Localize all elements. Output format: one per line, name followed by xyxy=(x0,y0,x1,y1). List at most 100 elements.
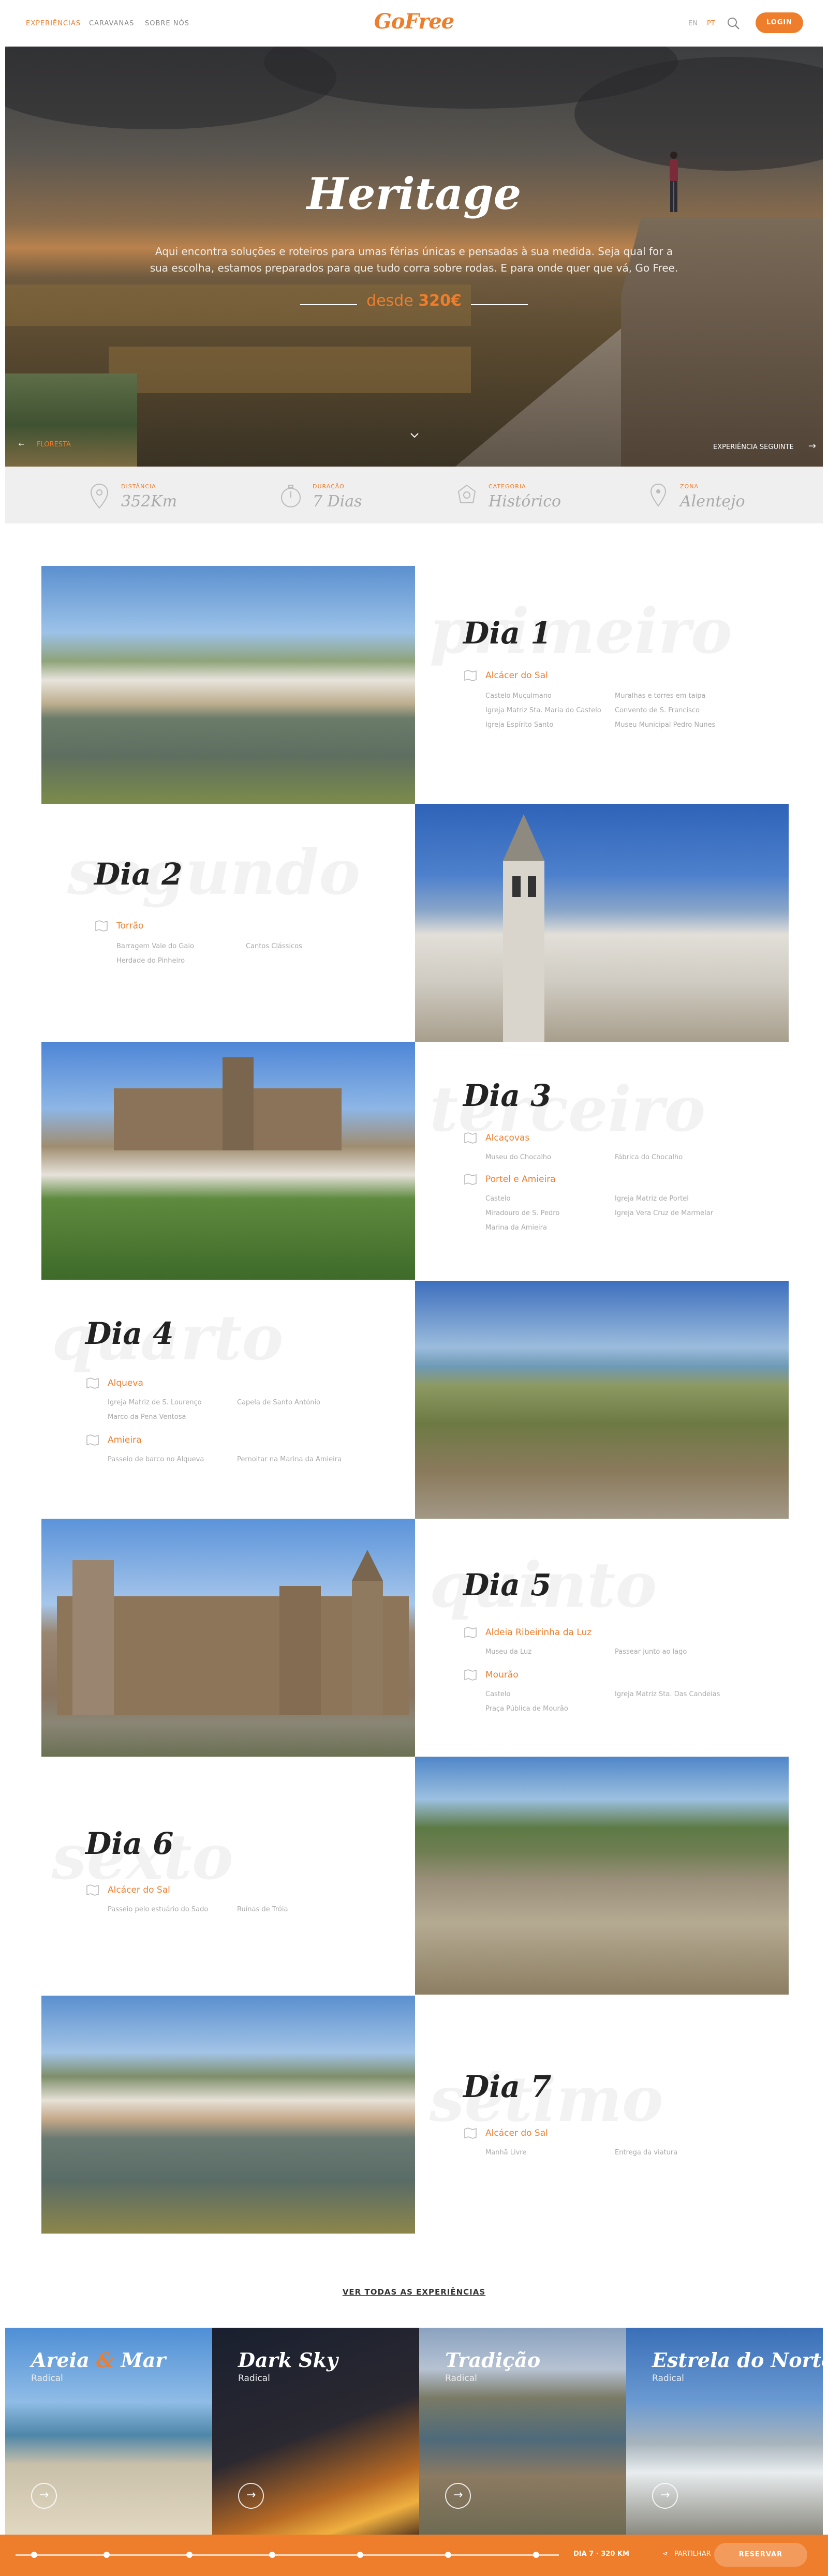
itinerary-stop-dot[interactable] xyxy=(533,2552,539,2558)
day-5-poi: Praça Pública de Mourão xyxy=(485,1705,568,1713)
nav-caravans[interactable]: CARAVANAS xyxy=(89,20,134,27)
lang-pt[interactable]: PT xyxy=(707,20,715,27)
day-4-poi: Capela de Santo António xyxy=(237,1399,321,1406)
experience-subtitle: Radical xyxy=(238,2373,270,2384)
top-navigation: EXPERIÊNCIAS CARAVANAS SOBRE NÓS GoFree … xyxy=(0,0,828,47)
next-label: EXPERIÊNCIA SEGUINTE xyxy=(713,443,794,451)
itinerary-stop-dot[interactable] xyxy=(357,2552,363,2558)
day-5-poi: Museu da Luz xyxy=(485,1648,532,1656)
reserve-button[interactable]: RESERVAR xyxy=(714,2543,807,2567)
arrow-right-icon: → xyxy=(246,2489,256,2502)
arrow-right-icon: → xyxy=(453,2489,463,2502)
map-icon xyxy=(464,1174,477,1185)
gofree-logo[interactable]: GoFree xyxy=(362,9,466,35)
day-2-poi: Barragem Vale do Gaio xyxy=(116,942,194,950)
prev-label: FLORESTA xyxy=(37,441,71,448)
map-pin-icon xyxy=(90,483,109,509)
day-7-poi: Entrega da viatura xyxy=(615,2149,678,2156)
experience-card-tradicao[interactable]: Tradição Radical → xyxy=(419,2328,626,2535)
itinerary-stop-dot[interactable] xyxy=(445,2552,451,2558)
day-1-poi: Castelo Muçulmano xyxy=(485,692,552,700)
map-icon xyxy=(464,1627,477,1638)
day-4-photo xyxy=(415,1281,789,1519)
current-day-summary: DIA 7 · 320 KM xyxy=(573,2550,629,2558)
day-4-poi: Igreja Matriz de S. Lourenço xyxy=(108,1399,202,1406)
login-button[interactable]: LOGIN xyxy=(756,12,803,33)
itinerary-stop-dot[interactable] xyxy=(103,2552,110,2558)
day-7-poi: Manhã Livre xyxy=(485,2149,527,2156)
day-4-poi: Marco da Pena Ventosa xyxy=(108,1413,186,1421)
info-label: DISTÂNCIA xyxy=(121,483,156,490)
experience-title-part: Mar xyxy=(121,2348,166,2372)
day-6-photo xyxy=(415,1757,789,1995)
hero-banner: Heritage Aqui encontra soluções e roteir… xyxy=(5,47,823,467)
itinerary-progress-track xyxy=(16,2554,559,2556)
day-1-poi: Museu Municipal Pedro Nunes xyxy=(615,721,716,729)
itinerary-stop-dot[interactable] xyxy=(186,2552,193,2558)
day-3-poi: Museu do Chocalho xyxy=(485,1154,552,1161)
day-1-photo xyxy=(41,566,415,804)
experience-title: Tradição xyxy=(445,2348,541,2372)
day-5-place: Mourão xyxy=(485,1670,519,1680)
day-4-poi: Passeio de barco no Alqueva xyxy=(108,1456,204,1463)
map-icon xyxy=(86,1434,99,1446)
search-icon[interactable] xyxy=(727,17,740,30)
day-3-place: Alcaçovas xyxy=(485,1133,530,1143)
nav-experiences[interactable]: EXPERIÊNCIAS xyxy=(26,20,81,27)
experience-arrow-button[interactable]: → xyxy=(238,2483,264,2509)
itinerary-stop-dot[interactable] xyxy=(269,2552,275,2558)
map-icon xyxy=(464,1132,477,1144)
day-2-poi: Cantos Clássicos xyxy=(246,942,302,950)
info-label: DURAÇÃO xyxy=(313,483,345,490)
next-experience-link[interactable]: EXPERIÊNCIA SEGUINTE → xyxy=(713,441,816,452)
nav-about[interactable]: SOBRE NÓS xyxy=(145,20,189,27)
day-2-poi: Herdade do Pinheiro xyxy=(116,957,185,965)
experience-arrow-button[interactable]: → xyxy=(31,2483,57,2509)
experience-title: Estrela do Norte xyxy=(652,2348,823,2372)
day-2-title: Dia 2 xyxy=(94,857,183,892)
experience-title-ampersand: & xyxy=(96,2348,114,2372)
map-icon xyxy=(464,2128,477,2139)
hero-wall xyxy=(450,316,637,467)
day-6-title: Dia 6 xyxy=(85,1826,174,1861)
experience-card-estrela-do-norte[interactable]: Estrela do Norte Radical → xyxy=(626,2328,823,2535)
day-1-place: Alcácer do Sal xyxy=(485,670,548,681)
lang-en[interactable]: EN xyxy=(688,20,698,27)
day-7-place: Alcácer do Sal xyxy=(485,2128,548,2138)
experience-arrow-button[interactable]: → xyxy=(445,2483,471,2509)
experience-subtitle: Radical xyxy=(652,2373,684,2384)
day-3-place: Portel e Amieira xyxy=(485,1174,556,1185)
fortress-shape xyxy=(57,1550,409,1715)
map-icon xyxy=(86,1884,99,1896)
previous-experience-link[interactable]: ← FLORESTA xyxy=(19,441,71,448)
day-3-poi: Miradouro de S. Pedro xyxy=(485,1209,560,1217)
experience-arrow-button[interactable]: → xyxy=(652,2483,678,2509)
share-button[interactable]: ⋖ PARTILHAR xyxy=(662,2550,711,2558)
day-7-photo xyxy=(41,1996,415,2234)
price-prefix: desde xyxy=(366,292,413,310)
info-value: 7 Dias xyxy=(313,492,362,511)
map-icon xyxy=(86,1377,99,1389)
see-all-experiences-link[interactable]: VER TODAS AS EXPERIÊNCIAS xyxy=(310,2287,518,2297)
experience-title-part: Areia xyxy=(31,2348,90,2372)
previous-experience-thumbnail[interactable] xyxy=(5,373,137,467)
hero-title: Heritage xyxy=(306,168,522,219)
day-4-place: Alqueva xyxy=(108,1378,143,1388)
experience-card-areia-mar[interactable]: Areia & Mar Radical → xyxy=(5,2328,212,2535)
info-label: ZONA xyxy=(680,483,699,490)
booking-bar: DIA 7 · 320 KM ⋖ PARTILHAR RESERVAR xyxy=(0,2535,828,2576)
price-value: 320€ xyxy=(418,292,462,310)
experience-card-dark-sky[interactable]: Dark Sky Radical → xyxy=(212,2328,419,2535)
day-6-poi: Passeio pelo estuário do Sado xyxy=(108,1906,209,1913)
church-tower-shape xyxy=(503,814,544,1042)
day-1-poi: Muralhas e torres em taipa xyxy=(615,692,706,700)
share-icon: ⋖ xyxy=(662,2550,668,2558)
chevron-down-icon[interactable] xyxy=(409,429,420,441)
stopwatch-icon xyxy=(281,485,301,507)
trip-info-bar: DISTÂNCIA 352Km DURAÇÃO 7 Dias CATEGORIA… xyxy=(5,467,823,523)
arrow-right-icon: → xyxy=(808,441,816,452)
day-2-photo xyxy=(415,804,789,1042)
info-value: Alentejo xyxy=(680,492,745,511)
itinerary-stop-dot[interactable] xyxy=(31,2552,37,2558)
day-3-poi: Marina da Amieira xyxy=(485,1224,547,1232)
